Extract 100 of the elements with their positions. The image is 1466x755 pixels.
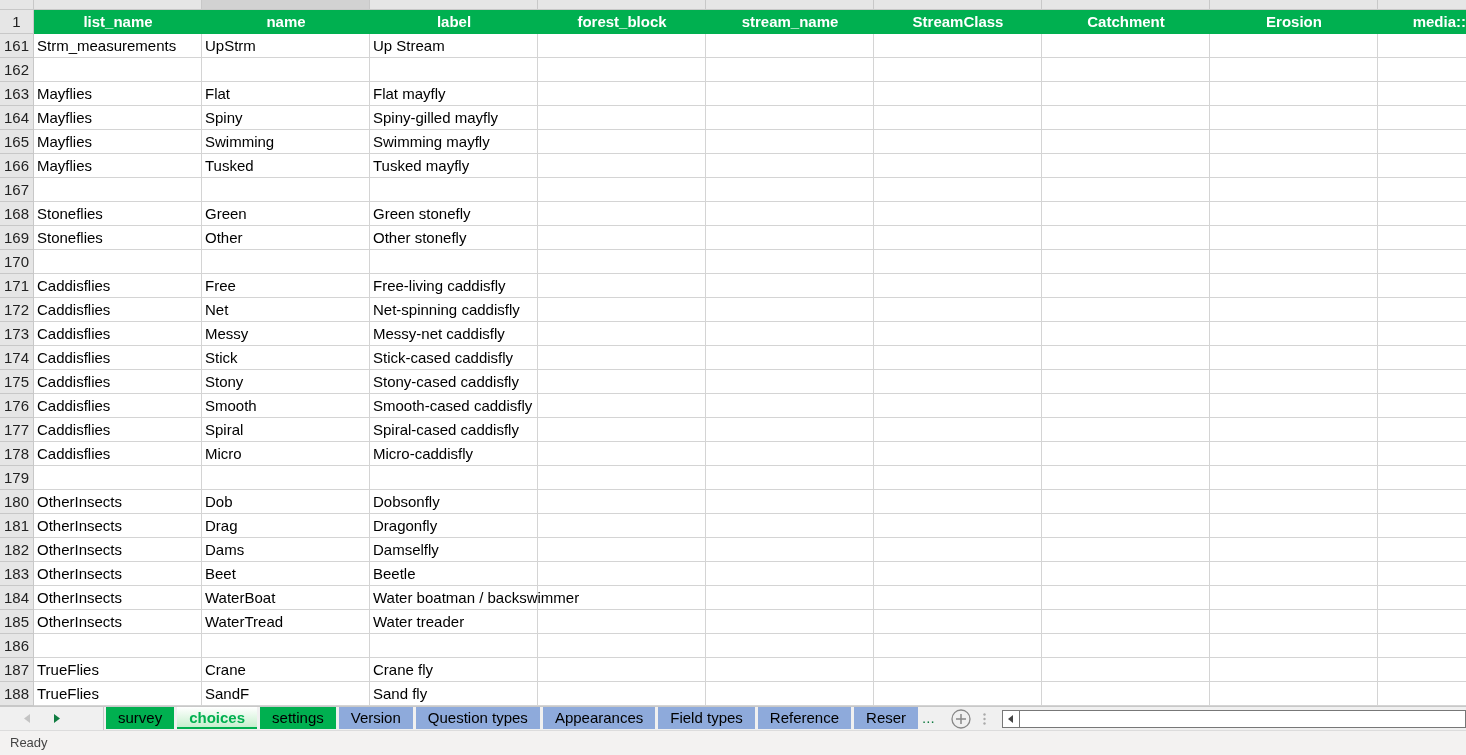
table-cell-text: Drag xyxy=(204,516,239,536)
table-cell-text: Crane xyxy=(204,660,247,680)
column-header: Erosion xyxy=(1210,10,1378,34)
column-header: label xyxy=(370,10,538,34)
row-number: 179 xyxy=(0,466,34,490)
column-header: StreamClass xyxy=(874,10,1042,34)
horizontal-scrollbar[interactable] xyxy=(1001,709,1466,728)
table-cell-text: Green xyxy=(204,204,248,224)
table-cell-text: Caddisflies xyxy=(36,444,112,464)
row-number: 177 xyxy=(0,418,34,442)
table-cell-text: Caddisflies xyxy=(36,420,112,440)
table-cell-text: Crane fly xyxy=(372,660,435,680)
table-cell-text: Flat mayfly xyxy=(372,84,447,104)
table-cell-text: Free xyxy=(204,276,237,296)
row-number: 183 xyxy=(0,562,34,586)
column-header: list_name xyxy=(34,10,202,34)
table-cell-text: Mayflies xyxy=(36,132,93,152)
row-number: 173 xyxy=(0,322,34,346)
sheet-tab[interactable]: Field types xyxy=(658,707,755,729)
row-number: 170 xyxy=(0,250,34,274)
table-cell-text: WaterTread xyxy=(204,612,285,632)
table-cell-text: UpStrm xyxy=(204,36,257,56)
table-cell-text: Damselfly xyxy=(372,540,440,560)
table-cell-text: Green stonefly xyxy=(372,204,472,224)
table-cell-text: TrueFlies xyxy=(36,684,100,704)
table-cell-text: Net-spinning caddisfly xyxy=(372,300,521,320)
table-cell-text: Caddisflies xyxy=(36,276,112,296)
table-cell-text: WaterBoat xyxy=(204,588,277,608)
table-cell-text: Smooth xyxy=(204,396,258,416)
table-cell-text: Caddisflies xyxy=(36,372,112,392)
row-number: 165 xyxy=(0,130,34,154)
table-cell-text: Up Stream xyxy=(372,36,446,56)
scroll-left-icon[interactable] xyxy=(1008,714,1014,723)
table-cell-text: Messy xyxy=(204,324,250,344)
table-cell-text: Mayflies xyxy=(36,108,93,128)
table-cell-text: OtherInsects xyxy=(36,492,124,512)
table-cell-text: Stick xyxy=(204,348,239,368)
table-cell-text: Stoneflies xyxy=(36,228,104,248)
table-cell-text: Spiny-gilled mayfly xyxy=(372,108,500,128)
row-number: 185 xyxy=(0,610,34,634)
row-number: 162 xyxy=(0,58,34,82)
row-number: 166 xyxy=(0,154,34,178)
table-cell-text: Micro xyxy=(204,444,243,464)
row-number: 172 xyxy=(0,298,34,322)
table-cell-text: Mayflies xyxy=(36,84,93,104)
table-cell-text: Other stonefly xyxy=(372,228,468,248)
table-cell-text: Dobsonfly xyxy=(372,492,441,512)
drag-handle-icon[interactable] xyxy=(982,712,986,725)
row-number: 161 xyxy=(0,34,34,58)
status-text: Ready xyxy=(10,734,48,753)
column-header: Catchment xyxy=(1042,10,1210,34)
row-number: 167 xyxy=(0,178,34,202)
row-number: 181 xyxy=(0,514,34,538)
sheet-tab[interactable]: Reser xyxy=(854,707,919,729)
row-number: 184 xyxy=(0,586,34,610)
table-cell-text: Water boatman / backswimmer xyxy=(372,588,581,608)
table-cell-text: Water treader xyxy=(372,612,466,632)
table-cell-text: Dragonfly xyxy=(372,516,439,536)
sheet-tab[interactable]: Appearances xyxy=(542,707,656,729)
table-cell-text: Mayflies xyxy=(36,156,93,176)
table-cell-text: Spiral-cased caddisfly xyxy=(372,420,520,440)
add-sheet-icon[interactable] xyxy=(950,708,971,729)
table-cell-text: Stony-cased caddisfly xyxy=(372,372,520,392)
sheet-tab[interactable]: Question types xyxy=(415,707,540,729)
scroll-right-icon[interactable] xyxy=(54,714,60,723)
column-header: stream_name xyxy=(706,10,874,34)
row-number: 188 xyxy=(0,682,34,706)
table-cell-text: Strm_measurements xyxy=(36,36,178,56)
table-cell-text: Caddisflies xyxy=(36,324,112,344)
table-cell-text: Sand fly xyxy=(372,684,429,704)
sheet-tab[interactable]: Version xyxy=(338,707,413,729)
table-cell-text: Beet xyxy=(204,564,237,584)
table-cell-text: OtherInsects xyxy=(36,540,124,560)
row-number: 175 xyxy=(0,370,34,394)
row-number: 163 xyxy=(0,82,34,106)
table-cell-text: Messy-net caddisfly xyxy=(372,324,506,344)
sheet-tab[interactable]: settings xyxy=(260,707,336,729)
column-header: media:: xyxy=(1378,10,1466,34)
table-cell-text: OtherInsects xyxy=(36,612,124,632)
row-number: 164 xyxy=(0,106,34,130)
table-cell-text: Other xyxy=(204,228,244,248)
table-cell-text: Flat xyxy=(204,84,231,104)
table-cell-text: Swimming xyxy=(204,132,276,152)
table-cell-text: Micro-caddisfly xyxy=(372,444,475,464)
row-number: 174 xyxy=(0,346,34,370)
table-cell-text: Stony xyxy=(204,372,245,392)
table-cell-text: Tusked mayfly xyxy=(372,156,471,176)
table-cell-text: OtherInsects xyxy=(36,588,124,608)
row-number: 182 xyxy=(0,538,34,562)
sheet-tab[interactable]: Reference xyxy=(757,707,852,729)
row-number: 178 xyxy=(0,442,34,466)
row-number: 180 xyxy=(0,490,34,514)
row-number: 168 xyxy=(0,202,34,226)
table-cell-text: Net xyxy=(204,300,230,320)
more-tabs[interactable]: ... xyxy=(918,707,939,730)
table-cell-text: TrueFlies xyxy=(36,660,100,680)
sheet-tab[interactable]: survey xyxy=(106,707,175,729)
table-cell-text: Caddisflies xyxy=(36,396,112,416)
table-cell-text: Stoneflies xyxy=(36,204,104,224)
row-number: 1 xyxy=(0,10,34,34)
